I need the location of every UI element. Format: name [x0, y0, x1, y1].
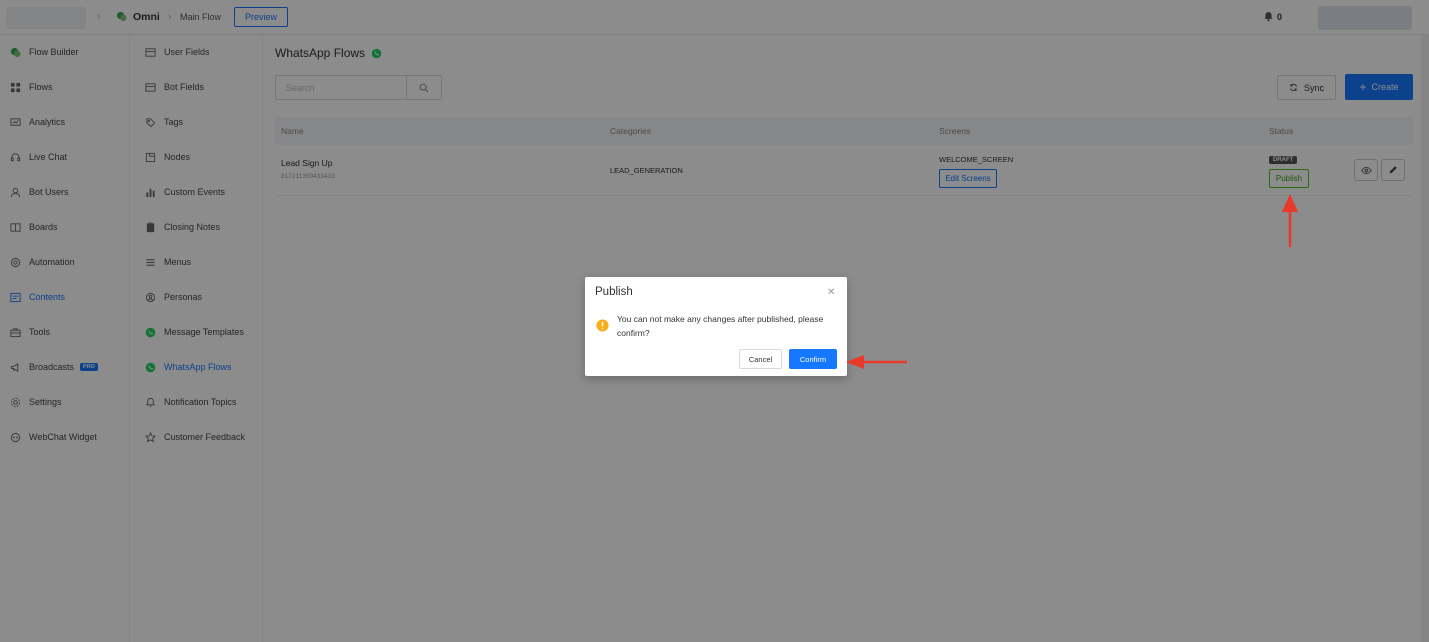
confirm-button[interactable]: Confirm	[789, 349, 837, 369]
publish-dialog: Publish ✕ You can not make any changes a…	[585, 277, 847, 376]
dialog-message: You can not make any changes after publi…	[617, 314, 824, 338]
cancel-button[interactable]: Cancel	[739, 349, 782, 369]
dialog-title: Publish	[595, 286, 633, 298]
close-icon[interactable]: ✕	[827, 288, 835, 298]
warning-icon	[596, 319, 609, 332]
